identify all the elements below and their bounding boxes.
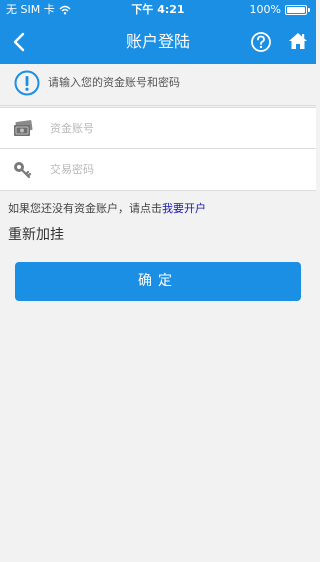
- status-bar: 无 SIM 卡 下午 4:21 100%: [0, 0, 316, 20]
- info-icon: [14, 70, 40, 96]
- battery-fill: [287, 7, 305, 13]
- reload-link[interactable]: 重新加挂: [8, 225, 64, 245]
- notice-text: 请输入您的资金账号和密码: [48, 76, 180, 89]
- account-field: [0, 107, 316, 149]
- top-bar: 无 SIM 卡 下午 4:21 100% 账户登陆: [0, 0, 316, 64]
- password-input[interactable]: [50, 149, 300, 190]
- open-account-link[interactable]: 我要开户: [162, 202, 206, 215]
- account-input[interactable]: [50, 108, 300, 149]
- help-icon[interactable]: [250, 31, 272, 53]
- key-icon: [14, 162, 32, 179]
- login-notice: 请输入您的资金账号和密码: [0, 64, 316, 106]
- battery: 100%: [250, 0, 310, 20]
- password-field: [0, 149, 316, 191]
- battery-text: 100%: [249, 3, 281, 16]
- nav-bar: 账户登陆: [0, 20, 316, 64]
- confirm-button[interactable]: 确定: [15, 262, 301, 301]
- battery-icon: [285, 5, 307, 15]
- home-icon[interactable]: [288, 31, 308, 51]
- money-stack-icon: [14, 120, 33, 136]
- open-account-hint: 如果您还没有资金账户，请点击我要开户: [8, 200, 206, 218]
- hint-text: 如果您还没有资金账户，请点击: [8, 202, 162, 215]
- battery-nub: [308, 8, 310, 12]
